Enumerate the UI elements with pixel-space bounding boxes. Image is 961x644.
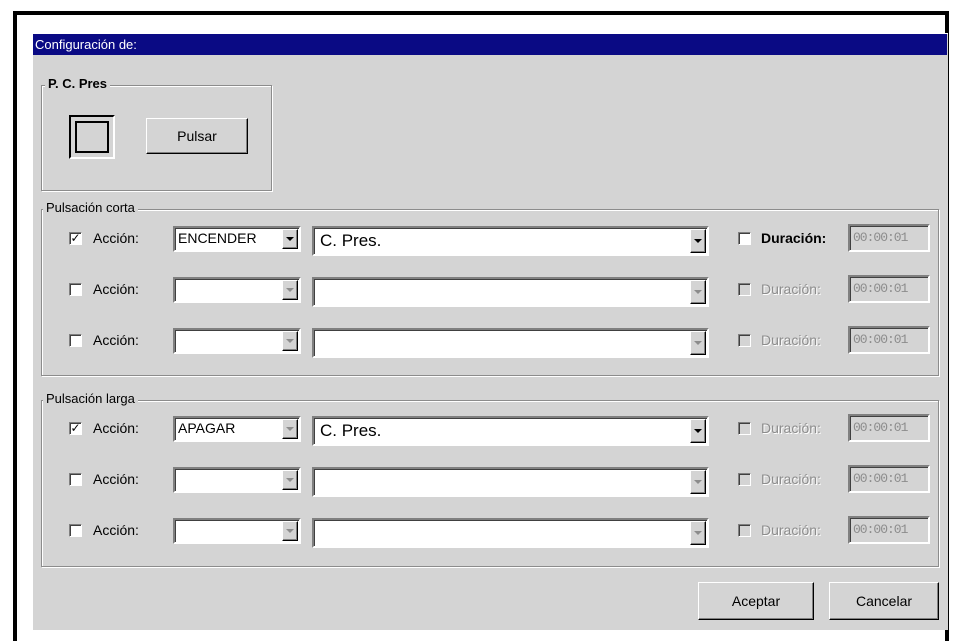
- duration-label: Duración:: [761, 420, 821, 436]
- action-select[interactable]: [173, 467, 301, 493]
- chevron-down-icon[interactable]: [282, 229, 298, 249]
- duration-field[interactable]: 00:00:01: [848, 414, 930, 442]
- square-icon: [75, 121, 109, 153]
- action-label: Acción:: [93, 420, 139, 436]
- action-select[interactable]: APAGAR: [173, 416, 301, 442]
- chevron-down-icon[interactable]: [282, 521, 298, 541]
- chevron-down-icon[interactable]: [690, 521, 706, 545]
- duration-field[interactable]: 00:00:01: [848, 326, 930, 354]
- duration-checkbox[interactable]: [738, 283, 751, 296]
- dialog-title: Configuración de:: [33, 34, 947, 55]
- action-checkbox[interactable]: ✓: [69, 232, 82, 245]
- duration-field[interactable]: 00:00:01: [848, 516, 930, 544]
- long-press-legend: Pulsación larga: [43, 392, 138, 406]
- chevron-down-icon[interactable]: [690, 229, 706, 253]
- chevron-down-icon[interactable]: [690, 470, 706, 494]
- accept-button[interactable]: Aceptar: [698, 582, 814, 620]
- pulsar-button[interactable]: Pulsar: [146, 118, 248, 154]
- target-select[interactable]: [312, 467, 709, 497]
- action-label: Acción:: [93, 471, 139, 487]
- duration-label: Duración:: [761, 281, 821, 297]
- duration-checkbox[interactable]: [738, 422, 751, 435]
- action-checkbox[interactable]: [69, 473, 82, 486]
- short-press-legend: Pulsación corta: [43, 201, 138, 215]
- action-select[interactable]: ENCENDER: [173, 226, 301, 252]
- duration-field[interactable]: 00:00:01: [848, 465, 930, 493]
- chevron-down-icon[interactable]: [282, 470, 298, 490]
- duration-checkbox[interactable]: [738, 473, 751, 486]
- action-label: Acción:: [93, 332, 139, 348]
- duration-label: Duración:: [761, 230, 827, 246]
- duration-checkbox[interactable]: [738, 232, 751, 245]
- action-select-value: APAGAR: [178, 420, 236, 436]
- duration-field[interactable]: 00:00:01: [848, 275, 930, 303]
- action-checkbox[interactable]: [69, 283, 82, 296]
- action-select[interactable]: [173, 277, 301, 303]
- chevron-down-icon[interactable]: [690, 280, 706, 304]
- target-select[interactable]: C. Pres.: [312, 226, 709, 256]
- duration-label: Duración:: [761, 332, 821, 348]
- device-square-icon[interactable]: [69, 115, 115, 159]
- cancel-button[interactable]: Cancelar: [829, 582, 939, 620]
- action-label: Acción:: [93, 522, 139, 538]
- action-checkbox[interactable]: [69, 524, 82, 537]
- action-select[interactable]: [173, 518, 301, 544]
- action-select[interactable]: [173, 328, 301, 354]
- duration-checkbox[interactable]: [738, 524, 751, 537]
- target-select-value: C. Pres.: [320, 421, 382, 440]
- chevron-down-icon[interactable]: [690, 419, 706, 443]
- chevron-down-icon[interactable]: [282, 419, 298, 439]
- action-label: Acción:: [93, 281, 139, 297]
- chevron-down-icon[interactable]: [282, 280, 298, 300]
- action-checkbox[interactable]: ✓: [69, 422, 82, 435]
- chevron-down-icon[interactable]: [690, 331, 706, 355]
- duration-checkbox[interactable]: [738, 334, 751, 347]
- duration-label: Duración:: [761, 522, 821, 538]
- config-dialog: Configuración de: P. C. Pres Pulsar Puls…: [32, 33, 948, 630]
- target-select[interactable]: C. Pres.: [312, 416, 709, 446]
- target-select[interactable]: [312, 518, 709, 548]
- action-select-value: ENCENDER: [178, 230, 257, 246]
- chevron-down-icon[interactable]: [282, 331, 298, 351]
- duration-field[interactable]: 00:00:01: [848, 224, 930, 252]
- target-select[interactable]: [312, 277, 709, 307]
- target-select-value: C. Pres.: [320, 231, 382, 250]
- device-group-legend: P. C. Pres: [45, 77, 111, 91]
- action-label: Acción:: [93, 230, 139, 246]
- action-checkbox[interactable]: [69, 334, 82, 347]
- duration-label: Duración:: [761, 471, 821, 487]
- target-select[interactable]: [312, 328, 709, 358]
